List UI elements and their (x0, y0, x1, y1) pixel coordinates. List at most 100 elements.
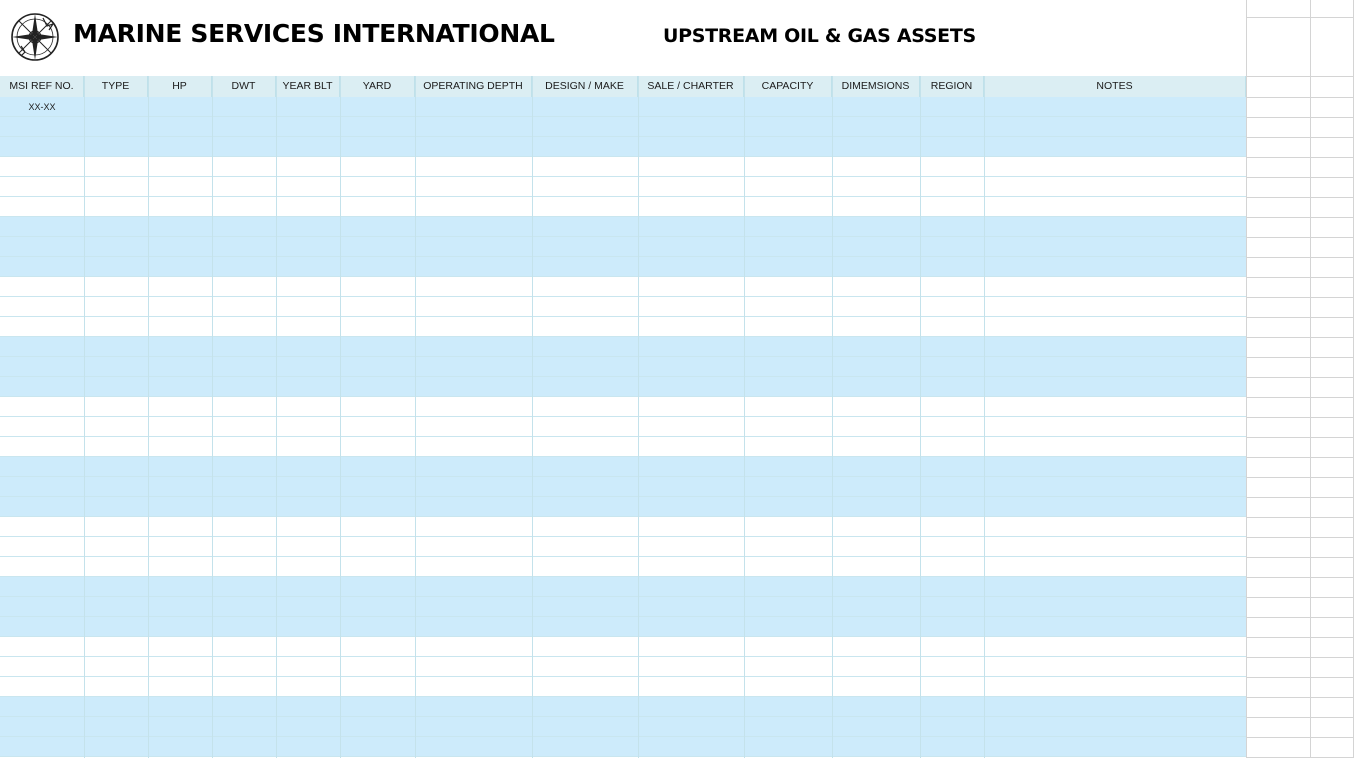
table-row[interactable] (0, 237, 1246, 257)
sheet-gridline (1246, 577, 1354, 578)
sheet-gridline (1246, 217, 1354, 218)
sheet-gridline (1246, 337, 1354, 338)
table-row[interactable] (0, 557, 1246, 577)
table-row[interactable] (0, 497, 1246, 517)
company-name: MARINE SERVICES INTERNATIONAL (73, 19, 555, 48)
sheet-gridline (1246, 637, 1354, 638)
table-row[interactable] (0, 597, 1246, 617)
table-row[interactable] (0, 157, 1246, 177)
table-row[interactable] (0, 537, 1246, 557)
table-row[interactable] (0, 377, 1246, 397)
table-row[interactable] (0, 297, 1246, 317)
table-row[interactable] (0, 337, 1246, 357)
table-row[interactable] (0, 117, 1246, 137)
document-header: MARINE SERVICES INTERNATIONAL UPSTREAM O… (0, 0, 1246, 76)
table-row[interactable] (0, 317, 1246, 337)
sheet-gridline (1246, 17, 1354, 18)
sheet-gridline (1246, 397, 1354, 398)
table-row[interactable] (0, 177, 1246, 197)
sheet-gridline (1246, 417, 1354, 418)
sheet-gridline (1246, 477, 1354, 478)
empty-sheet-grid[interactable] (1246, 0, 1354, 758)
sheet-gridline (1246, 277, 1354, 278)
sheet-gridline (1246, 257, 1354, 258)
column-divider (212, 76, 213, 758)
table-row[interactable] (0, 637, 1246, 657)
column-header[interactable]: REGION (920, 76, 984, 97)
column-divider (832, 76, 833, 758)
sheet-gridline (1246, 117, 1354, 118)
sheet-gridline (1246, 357, 1354, 358)
table-row[interactable] (0, 617, 1246, 637)
column-header[interactable]: CAPACITY (744, 76, 832, 97)
table-row[interactable] (0, 197, 1246, 217)
sheet-gridline (1246, 76, 1354, 77)
table-row[interactable] (0, 577, 1246, 597)
sheet-gridline (1246, 317, 1354, 318)
column-divider (340, 76, 341, 758)
sheet-gridline (1246, 237, 1354, 238)
table-row[interactable] (0, 717, 1246, 737)
document-title: UPSTREAM OIL & GAS ASSETS (663, 25, 976, 47)
spreadsheet-view: MARINE SERVICES INTERNATIONAL UPSTREAM O… (0, 0, 1354, 758)
table-row[interactable] (0, 477, 1246, 497)
table-row[interactable] (0, 417, 1246, 437)
sheet-gridline (1246, 597, 1354, 598)
table-row[interactable] (0, 677, 1246, 697)
table-row[interactable] (0, 357, 1246, 377)
sheet-gridline (1246, 537, 1354, 538)
msi-ref-placeholder[interactable]: XX-XX (0, 98, 84, 117)
column-header[interactable]: SALE / CHARTER (638, 76, 744, 97)
table-row[interactable] (0, 217, 1246, 237)
table-row[interactable] (0, 657, 1246, 677)
sheet-gridline (1246, 717, 1354, 718)
compass-rose-icon (11, 13, 59, 61)
sheet-gridline (1246, 737, 1354, 738)
column-divider (984, 76, 985, 758)
sheet-gridline (1246, 377, 1354, 378)
table-row[interactable] (0, 277, 1246, 297)
sheet-gridline (1246, 137, 1354, 138)
assets-table: MSI REF NO. TYPE HP DWT YEAR BLT YARD OPERATIN… (0, 76, 1246, 758)
column-divider (920, 76, 921, 758)
sheet-gridline (1246, 177, 1354, 178)
table-row[interactable] (0, 437, 1246, 457)
sheet-gridline (1246, 617, 1354, 618)
column-header[interactable]: YEAR BLT (276, 76, 340, 97)
sheet-gridline (1246, 157, 1354, 158)
column-divider (415, 76, 416, 758)
sheet-gridline (1246, 497, 1354, 498)
column-header[interactable]: DESIGN / MAKE (532, 76, 638, 97)
sheet-gridline (1246, 0, 1247, 758)
sheet-gridline (1246, 297, 1354, 298)
table-row[interactable] (0, 97, 1246, 117)
sheet-gridline (1246, 517, 1354, 518)
table-row[interactable] (0, 457, 1246, 477)
sheet-gridline (1246, 457, 1354, 458)
column-header[interactable]: HP (148, 76, 212, 97)
sheet-gridline (1246, 197, 1354, 198)
sheet-gridline (1246, 557, 1354, 558)
table-row[interactable] (0, 397, 1246, 417)
table-row[interactable] (0, 737, 1246, 757)
column-header[interactable]: OPERATING DEPTH (415, 76, 532, 97)
column-divider (276, 76, 277, 758)
column-divider (84, 76, 85, 758)
column-header[interactable]: MSI REF NO. (0, 76, 84, 97)
column-divider (532, 76, 533, 758)
sheet-gridline (1246, 697, 1354, 698)
column-header[interactable]: NOTES (984, 76, 1246, 97)
column-header[interactable]: TYPE (84, 76, 148, 97)
column-header[interactable]: DWT (212, 76, 276, 97)
sheet-gridline (1310, 0, 1311, 758)
column-divider (638, 76, 639, 758)
table-row[interactable] (0, 257, 1246, 277)
column-divider (744, 76, 745, 758)
table-row[interactable] (0, 517, 1246, 537)
sheet-gridline (1246, 657, 1354, 658)
table-row[interactable] (0, 697, 1246, 717)
column-header[interactable]: DIMEMSIONS (832, 76, 920, 97)
column-header[interactable]: YARD (340, 76, 415, 97)
sheet-gridline (1246, 677, 1354, 678)
table-row[interactable] (0, 137, 1246, 157)
